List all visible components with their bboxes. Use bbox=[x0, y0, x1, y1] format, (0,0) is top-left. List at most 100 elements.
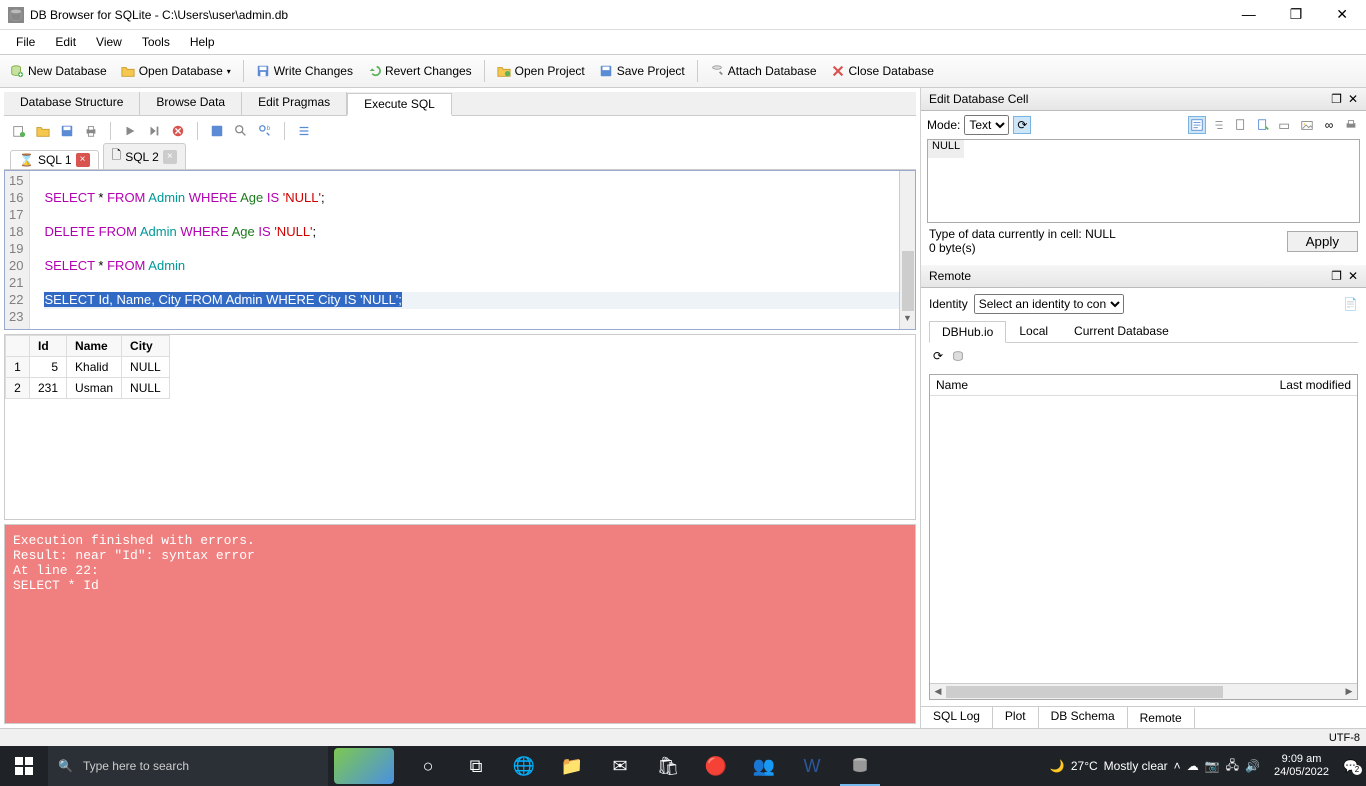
open-project-icon bbox=[497, 64, 511, 78]
sql-tab-1[interactable]: ⌛ SQL 1 × bbox=[10, 150, 99, 169]
onedrive-icon[interactable]: ☁ bbox=[1187, 759, 1199, 773]
write-changes-button[interactable]: Write Changes bbox=[250, 61, 359, 81]
new-database-button[interactable]: New Database bbox=[4, 61, 113, 81]
cortana-icon[interactable]: ○ bbox=[408, 746, 448, 786]
tab-database-structure[interactable]: Database Structure bbox=[4, 92, 140, 115]
remote-tab-local[interactable]: Local bbox=[1006, 320, 1061, 342]
undock-icon[interactable]: ❐ bbox=[1331, 269, 1342, 283]
titlebar: DB Browser for SQLite - C:\Users\user\ad… bbox=[0, 0, 1366, 30]
save-results-icon[interactable] bbox=[208, 122, 226, 140]
open-project-button[interactable]: Open Project bbox=[491, 61, 591, 81]
export-icon[interactable] bbox=[1254, 116, 1272, 134]
remote-database-list[interactable]: Name Last modified ◀▶ bbox=[929, 374, 1358, 700]
bottom-tab-dbschema[interactable]: DB Schema bbox=[1039, 707, 1128, 728]
meet-now-icon[interactable]: 📷 bbox=[1205, 759, 1220, 773]
tray-chevron-icon[interactable]: ˄ bbox=[1174, 759, 1181, 773]
link-icon[interactable]: ∞ bbox=[1320, 116, 1338, 134]
save-project-button[interactable]: Save Project bbox=[593, 61, 691, 81]
print-cell-icon[interactable] bbox=[1342, 116, 1360, 134]
cert-manager-icon[interactable]: 📄 bbox=[1343, 297, 1358, 311]
maximize-button[interactable]: ❐ bbox=[1280, 2, 1313, 27]
volume-icon[interactable]: 🔊 bbox=[1245, 759, 1260, 773]
bottom-tab-plot[interactable]: Plot bbox=[993, 707, 1039, 728]
text-mode-icon[interactable] bbox=[1188, 116, 1206, 134]
sql-code-editor[interactable]: 151617181920212223 SELECT * FROM Admin W… bbox=[4, 170, 916, 330]
bottom-tab-sqllog[interactable]: SQL Log bbox=[921, 707, 993, 728]
word-icon[interactable]: W bbox=[792, 746, 832, 786]
remote-tab-dbhub[interactable]: DBHub.io bbox=[929, 321, 1006, 343]
taskbar-search[interactable]: 🔍 Type here to search bbox=[48, 746, 328, 786]
attach-database-button[interactable]: Attach Database bbox=[704, 61, 823, 81]
revert-changes-button[interactable]: Revert Changes bbox=[361, 61, 478, 81]
indent-icon[interactable] bbox=[295, 122, 313, 140]
stop-icon[interactable] bbox=[169, 122, 187, 140]
find-replace-icon[interactable]: b bbox=[256, 122, 274, 140]
bottom-tab-remote[interactable]: Remote bbox=[1128, 707, 1195, 728]
sql-editor-tabs: ⌛ SQL 1 × 🗋 SQL 2 × bbox=[4, 146, 916, 170]
cell-type-info: Type of data currently in cell: NULL bbox=[929, 227, 1116, 241]
minimize-button[interactable]: — bbox=[1232, 2, 1266, 27]
execution-error-output: Execution finished with errors. Result: … bbox=[4, 524, 916, 724]
save-icon bbox=[256, 64, 270, 78]
statusbar: UTF-8 bbox=[0, 728, 1366, 746]
taskbar-clock[interactable]: 9:09 am 24/05/2022 bbox=[1266, 753, 1337, 779]
menu-tools[interactable]: Tools bbox=[132, 33, 180, 51]
mail-icon[interactable]: ✉ bbox=[600, 746, 640, 786]
hourglass-icon: ⌛ bbox=[19, 153, 34, 167]
open-sql-icon[interactable] bbox=[34, 122, 52, 140]
news-widget-icon[interactable] bbox=[334, 748, 394, 784]
close-tab-icon[interactable]: × bbox=[163, 150, 177, 164]
menu-help[interactable]: Help bbox=[180, 33, 225, 51]
cell-value-textarea[interactable]: NULL bbox=[927, 139, 1360, 223]
chrome-icon[interactable]: 🔴 bbox=[696, 746, 736, 786]
rtl-icon[interactable] bbox=[1210, 116, 1228, 134]
menu-view[interactable]: View bbox=[86, 33, 132, 51]
print-icon[interactable] bbox=[82, 122, 100, 140]
network-icon[interactable]: 🖧 bbox=[1226, 756, 1239, 777]
start-button[interactable] bbox=[0, 746, 48, 786]
apply-button[interactable]: Apply bbox=[1287, 231, 1358, 252]
autoswitch-icon[interactable]: ⟳ bbox=[1013, 116, 1031, 134]
execute-icon[interactable] bbox=[121, 122, 139, 140]
sql-tab-2[interactable]: 🗋 SQL 2 × bbox=[103, 143, 186, 169]
weather-tray-icon[interactable]: 🌙 bbox=[1050, 759, 1065, 773]
remote-col-name: Name bbox=[936, 378, 1280, 392]
edge-icon[interactable]: 🌐 bbox=[504, 746, 544, 786]
save-sql-icon[interactable] bbox=[58, 122, 76, 140]
store-icon[interactable]: 🛍 bbox=[648, 746, 688, 786]
editor-vertical-scrollbar[interactable]: ▼ bbox=[899, 171, 915, 329]
close-tab-icon[interactable]: × bbox=[76, 153, 90, 167]
menu-edit[interactable]: Edit bbox=[45, 33, 86, 51]
search-icon: 🔍 bbox=[58, 759, 73, 773]
import-icon[interactable] bbox=[1232, 116, 1250, 134]
set-null-icon[interactable] bbox=[1276, 116, 1294, 134]
open-database-button[interactable]: Open Database▾ bbox=[115, 61, 237, 81]
explorer-icon[interactable]: 📁 bbox=[552, 746, 592, 786]
mode-select[interactable]: Text bbox=[964, 115, 1009, 135]
teams-icon[interactable]: 👥 bbox=[744, 746, 784, 786]
tab-execute-sql[interactable]: Execute SQL bbox=[347, 93, 452, 116]
identity-select[interactable]: Select an identity to connect bbox=[974, 294, 1124, 314]
results-grid[interactable]: IdNameCity 15KhalidNULL2231UsmanNULL bbox=[4, 334, 916, 520]
task-view-icon[interactable]: ⧉ bbox=[456, 746, 496, 786]
refresh-icon[interactable]: ⟳ bbox=[933, 349, 943, 366]
clone-icon[interactable] bbox=[951, 349, 965, 366]
menu-file[interactable]: File bbox=[6, 33, 45, 51]
undock-icon[interactable]: ❐ bbox=[1331, 92, 1342, 106]
close-panel-icon[interactable]: ✕ bbox=[1348, 92, 1358, 106]
dbbrowser-taskbar-icon[interactable] bbox=[840, 746, 880, 786]
sql-tab-2-label: SQL 2 bbox=[125, 150, 159, 164]
close-database-button[interactable]: Close Database bbox=[825, 61, 940, 81]
find-icon[interactable] bbox=[232, 122, 250, 140]
remote-tab-current[interactable]: Current Database bbox=[1061, 320, 1182, 342]
tab-browse-data[interactable]: Browse Data bbox=[140, 92, 242, 115]
execute-line-icon[interactable] bbox=[145, 122, 163, 140]
notifications-icon[interactable]: 💬2 bbox=[1343, 759, 1358, 773]
new-tab-icon[interactable] bbox=[10, 122, 28, 140]
tab-edit-pragmas[interactable]: Edit Pragmas bbox=[242, 92, 347, 115]
remote-list-hscroll[interactable]: ◀▶ bbox=[930, 683, 1357, 699]
close-panel-icon[interactable]: ✕ bbox=[1348, 269, 1358, 283]
menubar: File Edit View Tools Help bbox=[0, 30, 1366, 54]
image-icon[interactable] bbox=[1298, 116, 1316, 134]
close-button[interactable]: ✕ bbox=[1326, 2, 1358, 27]
